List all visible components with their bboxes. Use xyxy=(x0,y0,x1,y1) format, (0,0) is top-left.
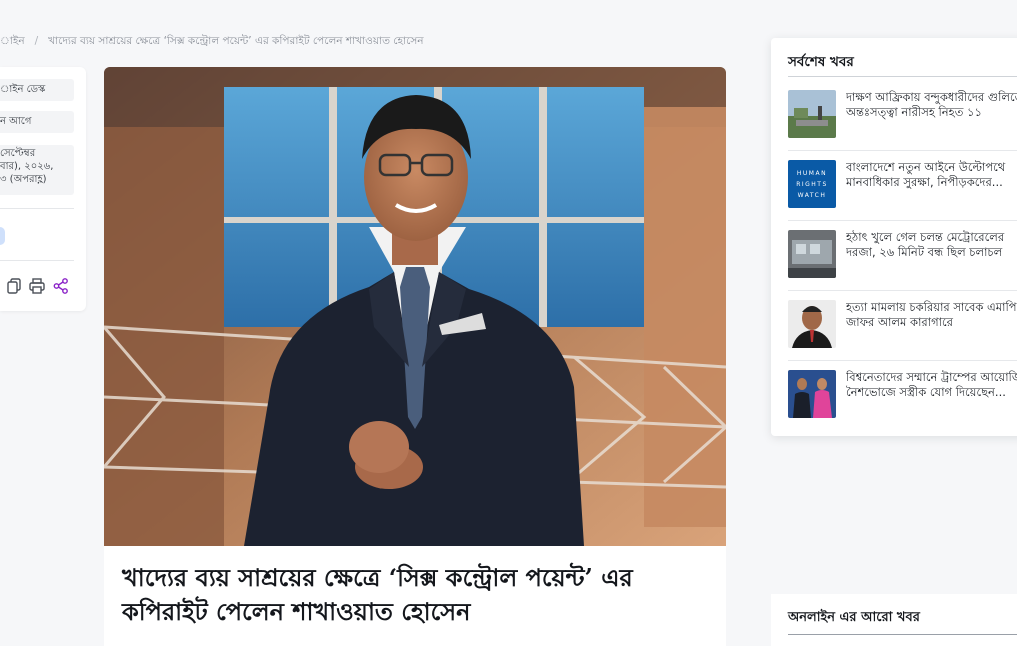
publish-date-line3: ৩ (অপরাহ্ণ) xyxy=(0,174,47,185)
news-headline[interactable]: বাংলাদেশে নতুন আইনে উল্টোপথে মানবাধিকার … xyxy=(846,160,1017,191)
copy-icon[interactable] xyxy=(6,278,22,294)
author-label[interactable]: াইন ডেস্ক xyxy=(0,79,74,101)
news-thumbnail[interactable]: HUMAN RIGHTS WATCH xyxy=(788,160,836,208)
follow-pill-button[interactable] xyxy=(0,227,5,245)
publish-date-line2: বার), ২০২৬, xyxy=(0,161,54,172)
news-divider xyxy=(788,220,1017,221)
latest-news-divider xyxy=(788,76,1017,77)
breadcrumb-section-link[interactable]: াইন xyxy=(0,35,25,47)
more-news-section: অনলাইন এর আরো খবর xyxy=(771,594,1017,646)
publish-date-line1: সেপ্টেম্বর xyxy=(0,148,36,159)
article-featured-photo[interactable] xyxy=(104,67,726,546)
news-headline[interactable]: হত্যা মামলায় চকরিয়ার সাবেক এমাপি জাফর … xyxy=(846,300,1017,331)
share-icon[interactable] xyxy=(53,278,69,294)
breadcrumb: াইন / খাদ্যের ব্যয় সাশ্রয়ের ক্ষেত্রে ‘সি… xyxy=(0,34,424,51)
news-thumbnail[interactable] xyxy=(788,370,836,418)
news-headline[interactable]: বিশ্বনেতাদের সম্মানে ট্রাম্পের আয়োজিত ন… xyxy=(846,370,1017,401)
news-thumbnail[interactable] xyxy=(788,90,836,138)
news-headline[interactable]: হঠাৎ খুলে গেল চলন্ত মেট্রোরেলের দরজা, ২৬… xyxy=(846,230,1017,261)
latest-news-item[interactable]: HUMAN RIGHTS WATCH বাংলাদেশে নতুন আইনে উ… xyxy=(788,160,1017,230)
hrw-logo-line: RIGHTS xyxy=(796,181,828,188)
time-ago-label: ন আগে xyxy=(0,111,74,133)
latest-news-item[interactable]: বিশ্বনেতাদের সম্মানে ট্রাম্পের আয়োজিত ন… xyxy=(788,370,1017,440)
more-news-divider xyxy=(788,634,1017,635)
news-divider xyxy=(788,290,1017,291)
latest-news-panel: সর্বশেষ খবর দাক্ষণ আফ্রিকায় বন্দুকধারীদ… xyxy=(771,38,1017,436)
publish-date: সেপ্টেম্বর বার), ২০২৬, ৩ (অপরাহ্ণ) xyxy=(0,145,74,195)
latest-news-item[interactable]: হত্যা মামলায় চকরিয়ার সাবেক এমাপি জাফর … xyxy=(788,300,1017,370)
article-card: খাদ্যের ব্যয় সাশ্রয়ের ক্ষেত্রে ‘সিক্স … xyxy=(104,67,726,646)
meta-divider xyxy=(0,208,74,209)
news-thumbnail[interactable] xyxy=(788,230,836,278)
hrw-logo-line: WATCH xyxy=(797,192,827,199)
latest-news-item[interactable]: দাক্ষণ আফ্রিকায় বন্দুকধারীদের গুলিতে অন… xyxy=(788,90,1017,160)
breadcrumb-separator: / xyxy=(34,35,39,47)
meta-divider xyxy=(0,260,74,261)
hrw-logo-line: HUMAN xyxy=(796,170,828,177)
print-icon[interactable] xyxy=(29,278,45,294)
news-thumbnail[interactable] xyxy=(788,300,836,348)
more-news-title: অনলাইন এর আরো খবর xyxy=(788,610,920,625)
article-meta-card: াইন ডেস্ক ন আগে সেপ্টেম্বর বার), ২০২৬, ৩… xyxy=(0,67,86,311)
news-divider xyxy=(788,360,1017,361)
hrw-logo: HUMAN RIGHTS WATCH xyxy=(788,168,836,201)
news-headline[interactable]: দাক্ষণ আফ্রিকায় বন্দুকধারীদের গুলিতে অন… xyxy=(846,90,1017,121)
article-headline: খাদ্যের ব্যয় সাশ্রয়ের ক্ষেত্রে ‘সিক্স … xyxy=(122,563,633,626)
latest-news-item[interactable]: হঠাৎ খুলে গেল চলন্ত মেট্রোরেলের দরজা, ২৬… xyxy=(788,230,1017,300)
breadcrumb-current: খাদ্যের ব্যয় সাশ্রয়ের ক্ষেত্রে ‘সিক্স … xyxy=(48,35,424,47)
latest-news-title: সর্বশেষ খবর xyxy=(788,54,854,70)
news-divider xyxy=(788,150,1017,151)
